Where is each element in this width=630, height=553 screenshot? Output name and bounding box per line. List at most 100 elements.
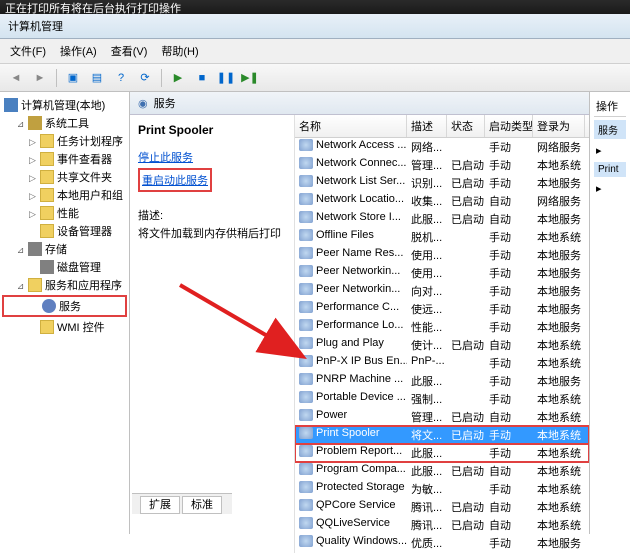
forward-button[interactable]: ► (30, 68, 50, 88)
actions-header: 操作 (594, 96, 626, 117)
service-icon (299, 355, 313, 367)
props-button[interactable]: ▤ (87, 68, 107, 88)
service-icon (299, 319, 313, 331)
service-icon (299, 175, 313, 187)
service-icon (299, 373, 313, 385)
service-icon (299, 535, 313, 547)
list-header: 名称 描述 状态 启动类型 登录为 (295, 115, 589, 138)
services-header: ◉服务 (130, 92, 589, 115)
tree-systools[interactable]: ⊿系统工具 (2, 114, 127, 132)
service-row[interactable]: Network Connec...管理...已启动手动本地系统 (295, 156, 589, 174)
service-row[interactable]: Peer Name Res...使用...手动本地服务 (295, 246, 589, 264)
service-row[interactable]: Peer Networkin...向对...手动本地服务 (295, 282, 589, 300)
tree-event[interactable]: ▷事件查看器 (2, 150, 127, 168)
service-row[interactable]: Network Access ...网络...手动网络服务 (295, 138, 589, 156)
tree-diskmgr[interactable]: 磁盘管理 (2, 258, 127, 276)
col-desc[interactable]: 描述 (407, 115, 447, 137)
nav-tree: 计算机管理(本地) ⊿系统工具 ▷任务计划程序 ▷事件查看器 ▷共享文件夹 ▷本… (0, 92, 130, 534)
restart-service-link[interactable]: 重启动此服务 (142, 172, 208, 188)
up-button[interactable]: ▣ (63, 68, 83, 88)
folder-icon (40, 170, 54, 184)
tools-icon (28, 116, 42, 130)
menu-action[interactable]: 操作(A) (54, 41, 103, 61)
service-row[interactable]: Print Spooler将文...已启动手动本地系统 (295, 426, 589, 444)
folder-icon (40, 134, 54, 148)
service-row[interactable]: Performance Lo...性能...手动本地服务 (295, 318, 589, 336)
service-icon (299, 337, 313, 349)
service-row[interactable]: Problem Report...此服...手动本地系统 (295, 444, 589, 462)
service-row[interactable]: Protected Storage为敏...手动本地系统 (295, 480, 589, 498)
service-row[interactable]: Performance C...使远...手动本地服务 (295, 300, 589, 318)
back-button[interactable]: ◄ (6, 68, 26, 88)
list-rows[interactable]: Network Access ...网络...手动网络服务Network Con… (295, 138, 589, 553)
service-row[interactable]: Program Compa...此服...已启动自动本地系统 (295, 462, 589, 480)
menu-view[interactable]: 查看(V) (105, 41, 154, 61)
gear-icon (42, 299, 56, 313)
menu-help[interactable]: 帮助(H) (155, 41, 204, 61)
service-row[interactable]: Peer Networkin...使用...手动本地服务 (295, 264, 589, 282)
service-name: Print Spooler (138, 123, 286, 137)
service-row[interactable]: Network Locatio...收集...已启动自动网络服务 (295, 192, 589, 210)
tree-services[interactable]: 服务 (4, 297, 125, 315)
tree-task[interactable]: ▷任务计划程序 (2, 132, 127, 150)
help-button[interactable]: ? (111, 68, 131, 88)
tab-standard[interactable]: 标准 (182, 496, 222, 514)
tree-wmi[interactable]: WMI 控件 (2, 318, 127, 336)
computer-icon (4, 98, 18, 112)
toolbar: ◄ ► ▣ ▤ ? ⟳ ▶ ■ ❚❚ ▶❚ (0, 64, 630, 92)
col-name[interactable]: 名称 (295, 115, 407, 137)
service-row[interactable]: Plug and Play使计...已启动自动本地系统 (295, 336, 589, 354)
service-icon (299, 409, 313, 421)
stop-button[interactable]: ■ (192, 68, 212, 88)
parent-titlebar: 正在打印所有将在后台执行打印操作 (0, 0, 630, 14)
service-row[interactable]: Network Store I...此服...已启动自动本地服务 (295, 210, 589, 228)
menu-file[interactable]: 文件(F) (4, 41, 52, 61)
service-row[interactable]: Network List Ser...识别...已启动手动本地服务 (295, 174, 589, 192)
stop-service-link[interactable]: 停止此服务 (138, 149, 286, 165)
view-tabs: 扩展标准 (132, 493, 232, 514)
service-row[interactable]: PnP-X IP Bus En...PnP-...手动本地系统 (295, 354, 589, 372)
service-icon (299, 283, 313, 295)
service-row[interactable]: QPCore Service腾讯...已启动自动本地系统 (295, 498, 589, 516)
tree-devmgr[interactable]: 设备管理器 (2, 222, 127, 240)
service-icon (299, 211, 313, 223)
service-icon (299, 427, 313, 439)
actions-print[interactable]: Print (594, 162, 626, 177)
actions-services[interactable]: 服务 (594, 120, 626, 139)
pause-button[interactable]: ❚❚ (216, 68, 236, 88)
service-icon (299, 139, 313, 151)
col-status[interactable]: 状态 (447, 115, 485, 137)
tree-shared[interactable]: ▷共享文件夹 (2, 168, 127, 186)
services-list: 名称 描述 状态 启动类型 登录为 Network Access ...网络..… (295, 115, 589, 553)
disk-icon (40, 260, 54, 274)
service-row[interactable]: Portable Device ...强制...手动本地系统 (295, 390, 589, 408)
tree-storage[interactable]: ⊿存储 (2, 240, 127, 258)
service-icon (299, 445, 313, 457)
restart-button[interactable]: ▶❚ (240, 68, 260, 88)
service-row[interactable]: Power管理...已启动自动本地系统 (295, 408, 589, 426)
service-icon (299, 229, 313, 241)
refresh-button[interactable]: ⟳ (135, 68, 155, 88)
desc-text: 将文件加载到内存供稍后打印 (138, 225, 286, 241)
start-button[interactable]: ▶ (168, 68, 188, 88)
desc-label: 描述: (138, 207, 286, 223)
col-logon[interactable]: 登录为 (533, 115, 585, 137)
tree-users[interactable]: ▷本地用户和组 (2, 186, 127, 204)
service-row[interactable]: Quality Windows...优质...手动本地服务 (295, 534, 589, 552)
col-startup[interactable]: 启动类型 (485, 115, 533, 137)
gear-icon: ◉ (138, 97, 148, 110)
service-icon (299, 391, 313, 403)
service-icon (299, 301, 313, 313)
tree-perf[interactable]: ▷性能 (2, 204, 127, 222)
service-icon (299, 481, 313, 493)
service-icon (299, 247, 313, 259)
storage-icon (28, 242, 42, 256)
service-row[interactable]: PNRP Machine ...此服...手动本地服务 (295, 372, 589, 390)
service-detail: Print Spooler 停止此服务 重启动此服务 描述: 将文件加载到内存供… (130, 115, 295, 553)
service-icon (299, 499, 313, 511)
tab-extended[interactable]: 扩展 (140, 496, 180, 514)
tree-root[interactable]: 计算机管理(本地) (2, 96, 127, 114)
tree-apps[interactable]: ⊿服务和应用程序 (2, 276, 127, 294)
service-row[interactable]: QQLiveService腾讯...已启动自动本地系统 (295, 516, 589, 534)
service-row[interactable]: Offline Files脱机...手动本地系统 (295, 228, 589, 246)
